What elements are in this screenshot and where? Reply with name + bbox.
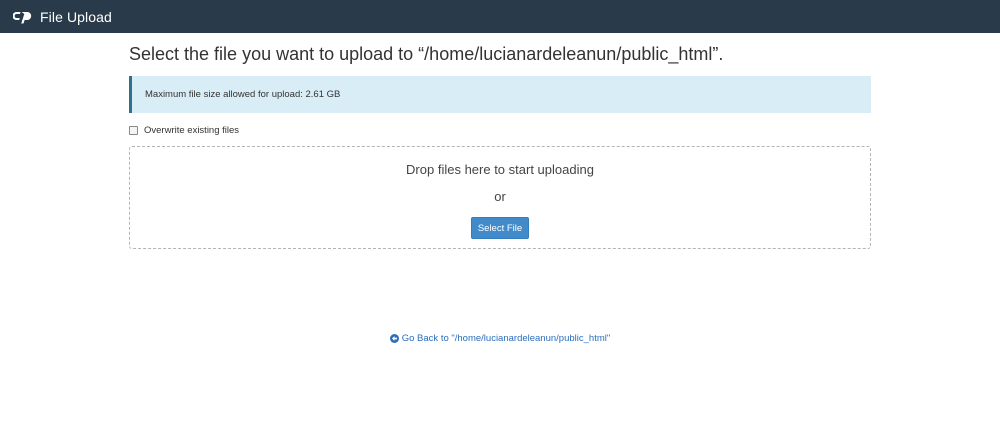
drop-instructions: Drop files here to start uploading	[406, 162, 594, 177]
file-drop-zone[interactable]: Drop files here to start uploading or Se…	[129, 146, 871, 249]
top-bar: File Upload	[0, 0, 1000, 33]
or-separator: or	[494, 189, 506, 204]
page-heading: Select the file you want to upload to “/…	[129, 44, 724, 64]
cpanel-logo-icon[interactable]	[12, 10, 34, 24]
arrow-circle-left-icon[interactable]	[389, 334, 399, 343]
app-title: File Upload	[40, 8, 112, 25]
overwrite-label[interactable]: Overwrite existing files	[144, 125, 239, 136]
go-back-label[interactable]: Go Back to "/home/lucianardeleanun/publi…	[402, 333, 610, 344]
select-file-button[interactable]: Select File	[471, 217, 529, 239]
go-back-link[interactable]: Go Back to "/home/lucianardeleanun/publi…	[0, 333, 1000, 344]
max-file-size-alert: Maximum file size allowed for upload: 2.…	[129, 76, 871, 113]
overwrite-option[interactable]: Overwrite existing files	[129, 125, 239, 136]
max-file-size-text: Maximum file size allowed for upload: 2.…	[145, 89, 341, 100]
overwrite-checkbox[interactable]	[129, 126, 138, 135]
